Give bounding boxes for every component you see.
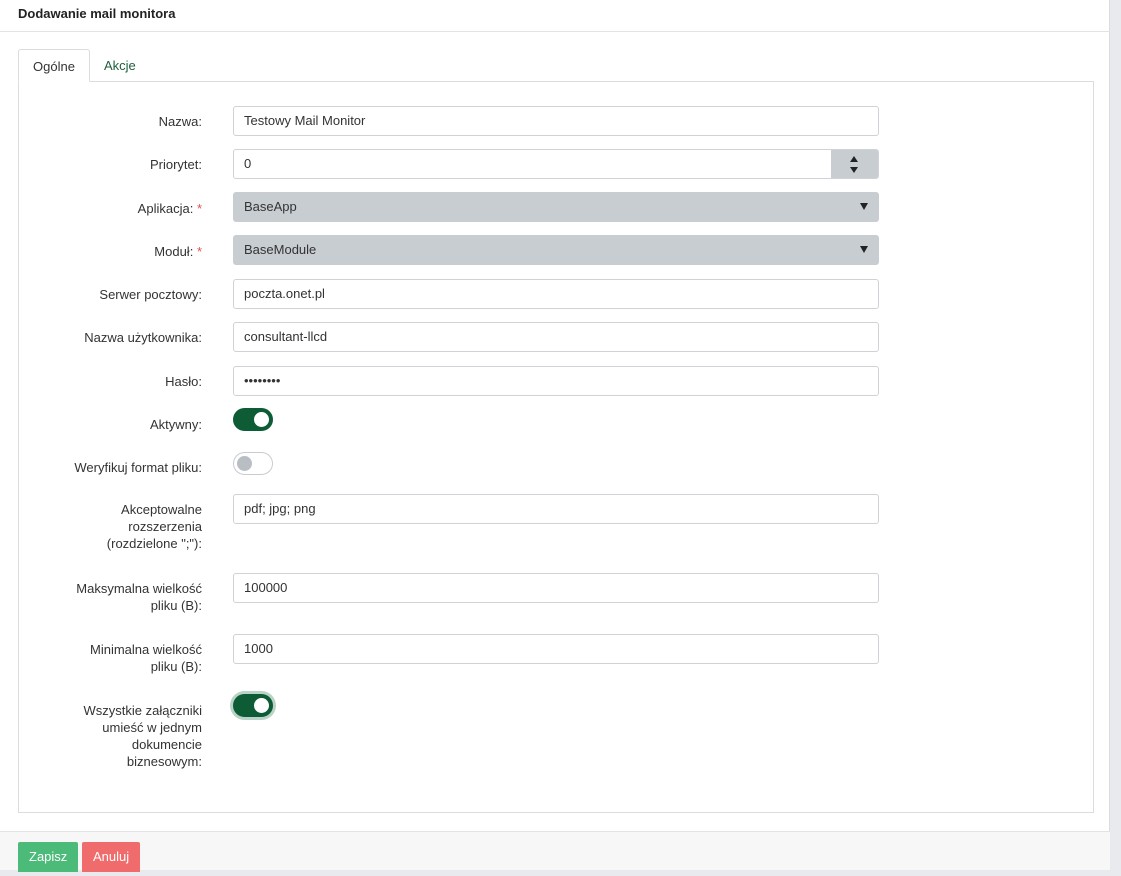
name-label: Nazwa: — [158, 114, 202, 129]
extensions-label-line: rozszerzenia — [128, 519, 202, 534]
tab-actions[interactable]: Akcje — [90, 49, 154, 82]
module-value: BaseModule — [244, 242, 317, 257]
username-label: Nazwa użytkownika: — [84, 330, 202, 345]
min-size-label: Minimalna wielkość pliku (B): — [90, 641, 202, 675]
single-document-label-line: Wszystkie załączniki — [83, 703, 202, 718]
verify-format-toggle[interactable] — [233, 452, 273, 475]
active-label: Aktywny: — [149, 417, 202, 432]
max-size-label: Maksymalna wielkość pliku (B): — [76, 580, 202, 614]
single-document-label-line: dokumencie — [131, 737, 202, 752]
stepper-up-icon[interactable] — [850, 156, 858, 162]
extensions-label: Akceptowalne rozszerzenia (rozdzielone "… — [107, 501, 202, 552]
active-toggle[interactable] — [233, 408, 273, 431]
caret-down-icon — [860, 203, 868, 210]
single-document-toggle[interactable] — [233, 694, 273, 717]
application-label-text: Aplikacja: — [137, 201, 194, 216]
single-document-label-line: biznesowym: — [126, 754, 202, 769]
module-label: Moduł: * — [154, 243, 202, 260]
extensions-label-line: (rozdzielone ";"): — [106, 536, 202, 551]
mail-server-input[interactable]: poczta.onet.pl — [233, 279, 879, 309]
min-size-label-line: pliku (B): — [150, 659, 202, 674]
module-select[interactable]: BaseModule — [233, 235, 879, 265]
priority-input[interactable]: 0 — [233, 149, 879, 179]
application-value: BaseApp — [244, 199, 297, 214]
password-label: Hasło: — [165, 374, 202, 389]
min-size-label-line: Minimalna wielkość — [90, 642, 202, 657]
toggle-knob — [237, 456, 252, 471]
min-size-input[interactable]: 1000 — [233, 634, 879, 664]
mail-server-label: Serwer pocztowy: — [99, 287, 202, 302]
application-label: Aplikacja: * — [138, 200, 202, 217]
cancel-button[interactable]: Anuluj — [82, 842, 141, 872]
toggle-knob — [254, 698, 269, 713]
required-mark: * — [196, 201, 202, 216]
application-select[interactable]: BaseApp — [233, 192, 879, 222]
extensions-input[interactable]: pdf; jpg; png — [233, 494, 879, 524]
single-document-label-line: umieść w jednym — [102, 720, 202, 735]
module-label-text: Moduł: — [154, 244, 194, 259]
caret-down-icon — [860, 246, 868, 253]
tab-general[interactable]: Ogólne — [18, 49, 90, 82]
page-title: Dodawanie mail monitora — [18, 6, 176, 21]
priority-value: 0 — [244, 156, 252, 171]
save-button[interactable]: Zapisz — [18, 842, 79, 872]
max-size-label-line: pliku (B): — [150, 598, 202, 613]
username-input[interactable]: consultant-llcd — [233, 322, 879, 352]
priority-label: Priorytet: — [149, 157, 202, 172]
required-mark: * — [196, 244, 202, 259]
toggle-knob — [254, 412, 269, 427]
max-size-input[interactable]: 100000 — [233, 573, 879, 603]
priority-stepper[interactable] — [831, 150, 878, 178]
max-size-label-line: Maksymalna wielkość — [76, 581, 202, 596]
password-input[interactable]: •••••••• — [233, 366, 879, 396]
dialog-panel: Dodawanie mail monitora Ogólne Akcje Naz… — [0, 0, 1110, 872]
extensions-label-line: Akceptowalne — [121, 502, 202, 517]
stepper-down-icon[interactable] — [850, 167, 858, 173]
verify-format-label: Weryfikuj format pliku: — [74, 460, 202, 475]
single-document-label: Wszystkie załączniki umieść w jednym dok… — [84, 702, 202, 770]
name-input[interactable]: Testowy Mail Monitor — [233, 106, 879, 136]
footer-bar: Zapisz Anuluj — [0, 831, 1110, 872]
panel-header: Dodawanie mail monitora — [0, 0, 1110, 32]
